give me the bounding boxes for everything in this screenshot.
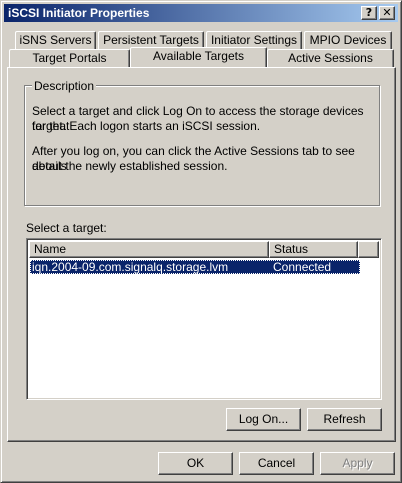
targets-list[interactable]: Name Status iqn.2004-09.com.signalq.stor…: [26, 238, 382, 400]
description-line: target. Each logon starts an iSCSI sessi…: [32, 119, 261, 133]
iscsi-properties-dialog: iSCSI Initiator Properties ? ✕ iSNS Serv…: [0, 0, 402, 483]
cancel-button[interactable]: Cancel: [239, 452, 314, 475]
description-heading: Description: [32, 79, 97, 93]
tab-active-sessions[interactable]: Active Sessions: [267, 49, 394, 67]
description-line: about the newly established session.: [32, 159, 228, 173]
tab-available-targets[interactable]: Available Targets: [130, 47, 267, 67]
tab-isns-servers[interactable]: iSNS Servers: [15, 31, 96, 49]
target-row[interactable]: iqn.2004-09.com.signalq.storage.lvm Conn…: [30, 260, 360, 274]
column-header-name[interactable]: Name: [29, 241, 269, 258]
available-targets-panel: Description Select a target and click Lo…: [7, 67, 396, 442]
select-target-label: Select a target:: [26, 221, 107, 235]
ok-button[interactable]: OK: [158, 452, 233, 475]
refresh-button[interactable]: Refresh: [307, 408, 382, 431]
tab-mpio-devices[interactable]: MPIO Devices: [304, 31, 392, 49]
column-header-filler: [358, 241, 379, 258]
column-header-status[interactable]: Status: [269, 241, 358, 258]
help-icon[interactable]: ?: [361, 6, 377, 20]
tab-target-portals[interactable]: Target Portals: [9, 49, 130, 67]
target-status: Connected: [273, 260, 332, 274]
title-bar[interactable]: iSCSI Initiator Properties ? ✕: [4, 4, 398, 22]
window-title: iSCSI Initiator Properties: [8, 6, 150, 20]
apply-button[interactable]: Apply: [320, 452, 395, 475]
log-on-button[interactable]: Log On...: [226, 408, 301, 431]
target-name: iqn.2004-09.com.signalq.storage.lvm: [32, 260, 229, 274]
close-icon[interactable]: ✕: [379, 6, 395, 20]
